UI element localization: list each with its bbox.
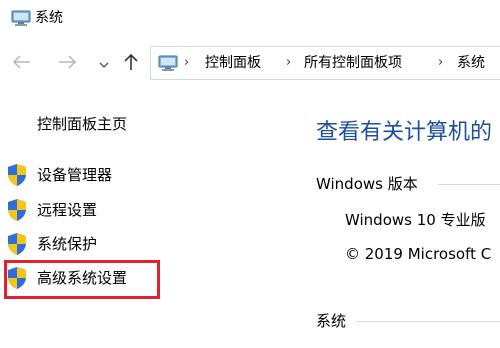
section-divider [438,184,500,185]
breadcrumb-separator[interactable]: › [286,55,291,70]
windows-edition-value: Windows 10 专业版 [345,211,486,229]
up-button[interactable] [119,52,143,76]
highlight-annotation [4,260,160,299]
breadcrumb-separator[interactable]: › [184,55,189,70]
uac-shield-icon [6,163,28,187]
copyright-text: © 2019 Microsoft C [345,245,492,263]
back-button[interactable] [10,52,34,76]
sidebar-item-label: 设备管理器 [37,166,113,184]
uac-shield-icon [6,232,28,256]
sidebar-item-device-manager[interactable]: 设备管理器 [4,163,264,187]
arrow-left-icon [12,54,32,74]
breadcrumb-separator[interactable]: › [438,55,443,70]
sidebar-item-label: 系统保护 [37,235,98,253]
sidebar-item-label: 远程设置 [37,201,98,219]
title-bar: 系统 [0,0,500,36]
breadcrumb-control-panel[interactable]: 控制面板 [205,53,261,73]
windows-edition-heading: Windows 版本 [316,175,418,193]
uac-shield-icon [6,198,28,222]
window-title: 系统 [35,10,63,26]
arrow-up-icon [123,52,139,76]
address-bar[interactable]: › 控制面板 › 所有控制面板项 › 系统 [150,46,500,80]
chevron-down-icon [98,55,110,74]
section-divider [356,321,500,322]
computer-icon [11,9,31,27]
sidebar-item-remote-settings[interactable]: 远程设置 [4,198,264,222]
forward-button[interactable] [55,52,79,76]
arrow-right-icon [57,54,77,74]
system-heading: 系统 [316,312,347,330]
recent-locations-button[interactable] [92,52,116,76]
control-panel-home-link[interactable]: 控制面板主页 [37,114,127,134]
breadcrumb-system[interactable]: 系统 [457,53,485,73]
page-title: 查看有关计算机的 [316,120,493,145]
control-panel-icon [158,54,178,72]
breadcrumb-all-items[interactable]: 所有控制面板项 [304,53,402,73]
sidebar-item-system-protection[interactable]: 系统保护 [4,232,264,256]
